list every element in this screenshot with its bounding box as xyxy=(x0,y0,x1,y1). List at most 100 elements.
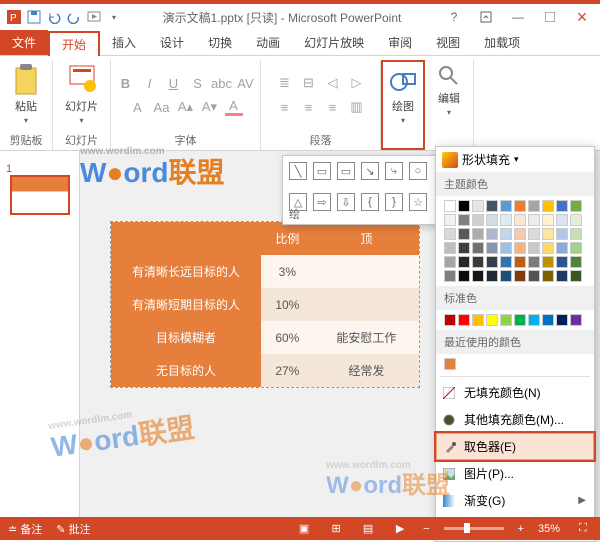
table-object[interactable]: 比例 顶 有清晰长远目标的人 3% 有清晰短期目标的人 10% 目标模糊者 60… xyxy=(110,221,420,388)
tab-design[interactable]: 设计 xyxy=(148,30,196,55)
color-swatch[interactable] xyxy=(528,314,540,326)
shrink-font-button[interactable]: A▾ xyxy=(201,98,219,116)
color-swatch[interactable] xyxy=(458,242,470,254)
numbering-button[interactable]: ⊟ xyxy=(300,74,318,92)
color-swatch[interactable] xyxy=(472,314,484,326)
spacing-button[interactable]: AV xyxy=(237,74,255,92)
color-swatch[interactable] xyxy=(528,200,540,212)
color-swatch[interactable] xyxy=(514,228,526,240)
color-swatch[interactable] xyxy=(486,228,498,240)
drawing-button[interactable]: 绘图 ▾ xyxy=(385,64,421,129)
tab-view[interactable]: 视图 xyxy=(424,30,472,55)
color-swatch[interactable] xyxy=(556,314,568,326)
color-swatch[interactable] xyxy=(500,314,512,326)
save-icon[interactable] xyxy=(26,9,42,25)
color-swatch[interactable] xyxy=(556,256,568,268)
color-swatch[interactable] xyxy=(500,214,512,226)
color-swatch[interactable] xyxy=(528,242,540,254)
shapes-gallery-popup[interactable]: ╲ ▭ ▭ ↘ ⤷ ○ △ ⇨ ⇩ { } ☆ 绘 xyxy=(282,155,442,225)
editing-button[interactable]: 编辑 ▾ xyxy=(433,60,465,121)
strike-button[interactable]: S xyxy=(189,74,207,92)
clear-format-button[interactable]: A xyxy=(129,98,147,116)
font-size-button[interactable]: Aa xyxy=(153,98,171,116)
color-swatch[interactable] xyxy=(458,228,470,240)
shape-rect2[interactable]: ▭ xyxy=(337,162,355,180)
color-swatch[interactable] xyxy=(514,256,526,268)
start-slideshow-icon[interactable] xyxy=(86,9,102,25)
notes-button[interactable]: ≐ 备注 xyxy=(8,521,42,537)
color-swatch[interactable] xyxy=(444,256,456,268)
bullets-button[interactable]: ≣ xyxy=(276,74,294,92)
color-swatch[interactable] xyxy=(458,214,470,226)
color-swatch[interactable] xyxy=(542,214,554,226)
tab-review[interactable]: 审阅 xyxy=(376,30,424,55)
shape-ellipse[interactable]: ○ xyxy=(409,162,427,180)
more-colors-menu-item[interactable]: 其他填充颜色(M)... xyxy=(436,406,594,433)
color-swatch[interactable] xyxy=(542,256,554,268)
italic-button[interactable]: I xyxy=(141,74,159,92)
minimize-icon[interactable]: — xyxy=(506,7,530,27)
color-swatch[interactable] xyxy=(514,214,526,226)
color-swatch[interactable] xyxy=(458,270,470,282)
color-swatch[interactable] xyxy=(472,200,484,212)
grow-font-button[interactable]: A▴ xyxy=(177,98,195,116)
reading-view-button[interactable]: ▤ xyxy=(359,522,377,536)
ribbon-options-icon[interactable] xyxy=(474,7,498,27)
tab-animations[interactable]: 动画 xyxy=(244,30,292,55)
gradient-fill-menu-item[interactable]: 渐变(G) ▶ xyxy=(436,487,594,514)
color-swatch[interactable] xyxy=(444,314,456,326)
color-swatch[interactable] xyxy=(500,256,512,268)
color-swatch[interactable] xyxy=(528,256,540,268)
color-swatch[interactable] xyxy=(472,214,484,226)
color-swatch[interactable] xyxy=(528,270,540,282)
zoom-out-button[interactable]: − xyxy=(423,523,429,535)
color-swatch[interactable] xyxy=(542,200,554,212)
color-swatch[interactable] xyxy=(570,256,582,268)
eyedropper-menu-item[interactable]: 取色器(E) xyxy=(436,433,594,460)
color-swatch[interactable] xyxy=(570,214,582,226)
align-center-button[interactable]: ≡ xyxy=(300,98,318,116)
normal-view-button[interactable]: ▣ xyxy=(295,522,313,536)
color-swatch[interactable] xyxy=(514,270,526,282)
tab-slideshow[interactable]: 幻灯片放映 xyxy=(292,30,376,55)
shadow-button[interactable]: abc xyxy=(213,74,231,92)
color-swatch[interactable] xyxy=(486,242,498,254)
color-swatch[interactable] xyxy=(514,314,526,326)
color-swatch[interactable] xyxy=(556,242,568,254)
shape-brace2[interactable]: } xyxy=(385,193,403,211)
undo-icon[interactable] xyxy=(46,9,62,25)
color-swatch[interactable] xyxy=(542,314,554,326)
color-swatch[interactable] xyxy=(486,214,498,226)
color-swatch[interactable] xyxy=(458,200,470,212)
color-swatch[interactable] xyxy=(556,214,568,226)
shape-brace[interactable]: { xyxy=(361,193,379,211)
shape-arrow[interactable]: ↘ xyxy=(361,162,379,180)
qat-dropdown-icon[interactable]: ▾ xyxy=(106,9,122,25)
slide-thumbnail-1[interactable] xyxy=(10,175,70,215)
font-color-button[interactable]: A xyxy=(225,98,243,116)
picture-fill-menu-item[interactable]: 图片(P)... xyxy=(436,460,594,487)
color-swatch[interactable] xyxy=(444,228,456,240)
shape-line[interactable]: ╲ xyxy=(289,162,307,180)
help-icon[interactable]: ? xyxy=(442,7,466,27)
color-swatch[interactable] xyxy=(444,214,456,226)
color-swatch[interactable] xyxy=(528,214,540,226)
color-swatch[interactable] xyxy=(486,256,498,268)
color-swatch[interactable] xyxy=(514,200,526,212)
color-swatch[interactable] xyxy=(542,228,554,240)
color-swatch[interactable] xyxy=(472,228,484,240)
color-swatch[interactable] xyxy=(570,242,582,254)
zoom-in-button[interactable]: + xyxy=(518,523,524,535)
color-swatch[interactable] xyxy=(570,270,582,282)
color-swatch[interactable] xyxy=(500,228,512,240)
tab-insert[interactable]: 插入 xyxy=(100,30,148,55)
paste-button[interactable]: 粘贴 ▾ xyxy=(8,60,44,129)
indent-increase-button[interactable]: ▷ xyxy=(348,74,366,92)
color-swatch[interactable] xyxy=(514,242,526,254)
underline-button[interactable]: U xyxy=(165,74,183,92)
color-swatch[interactable] xyxy=(556,270,568,282)
color-swatch[interactable] xyxy=(556,228,568,240)
shape-connector[interactable]: ⤷ xyxy=(385,162,403,180)
color-swatch[interactable] xyxy=(486,200,498,212)
tab-file[interactable]: 文件 xyxy=(0,30,48,55)
